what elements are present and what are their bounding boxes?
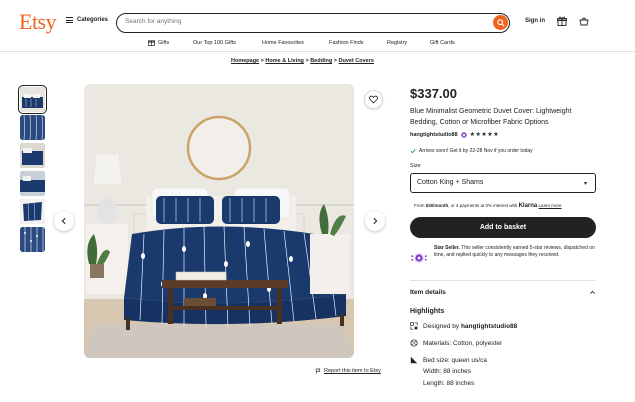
chevron-right-icon — [373, 217, 378, 225]
highlight-designed-by: Designed by hangtightstudio88 — [410, 322, 517, 330]
search-bar — [116, 13, 510, 33]
previous-image-button[interactable] — [54, 211, 74, 231]
arrival-text: Arrives soon! Get it by 22-28 Nov if you… — [419, 148, 533, 154]
ruler-icon — [410, 356, 418, 364]
klarna-middle: , or 4 payments at 0% interest with — [448, 203, 519, 208]
nav-item-label: Gifts — [158, 39, 170, 46]
designer-link[interactable]: hangtightstudio88 — [461, 323, 517, 330]
nav-item-gifts[interactable]: Gifts — [148, 39, 169, 46]
categories-button[interactable]: Categories — [66, 17, 108, 23]
breadcrumb-separator: > — [260, 58, 264, 64]
breadcrumb: Homepage > Home & Living > Bedding > Duv… — [231, 58, 374, 64]
chevron-left-icon — [61, 217, 66, 225]
section-divider — [410, 280, 596, 281]
search-button[interactable] — [493, 15, 508, 30]
highlight-bed-size: Bed size: queen us/ca — [410, 356, 487, 364]
breadcrumb-homepage[interactable]: Homepage — [231, 58, 259, 64]
breadcrumb-home-living[interactable]: Home & Living — [265, 58, 304, 64]
item-details-toggle[interactable]: Item details — [410, 289, 596, 296]
gift-icon[interactable] — [557, 16, 567, 26]
star-seller-title: Star Seller. — [434, 245, 460, 251]
thumbnail-2[interactable] — [20, 115, 45, 140]
report-item-label: Report this item to Etsy — [324, 368, 381, 374]
shop-name-link[interactable]: hangtightstudio88 — [410, 132, 458, 138]
thumbnail-5[interactable] — [20, 199, 45, 224]
next-image-button[interactable] — [365, 211, 385, 231]
nav-item-registry[interactable]: Registry — [387, 40, 407, 46]
fabric-pattern-thumbnail — [20, 115, 45, 140]
etsy-logo[interactable]: Etsy — [19, 9, 57, 35]
star-seller-badge-icon — [460, 131, 467, 138]
designer-icon — [410, 322, 418, 330]
nav-item-home-favourites[interactable]: Home Favourites — [262, 40, 304, 46]
product-title: Blue Minimalist Geometric Duvet Cover: L… — [410, 108, 572, 126]
nav-item-fashion-finds[interactable]: Fashion Finds — [329, 40, 364, 46]
categories-label: Categories — [77, 17, 109, 23]
dropdown-arrow-icon: ▾ — [583, 181, 587, 187]
search-icon — [496, 18, 505, 27]
length-text: Length: 88 inches — [423, 380, 475, 387]
star-seller-description: Star Seller. This seller consistently ea… — [434, 245, 596, 267]
item-details-label: Item details — [410, 289, 446, 296]
highlight-materials: Materials: Cotton, polyester — [410, 339, 502, 347]
search-input[interactable] — [125, 18, 485, 25]
nav-item-top-100[interactable]: Our Top 100 Gifts — [193, 40, 236, 46]
flag-icon — [315, 368, 321, 374]
checkmark-icon — [410, 149, 416, 154]
site-header: Etsy Categories Sign in — [0, 0, 635, 48]
size-label: Size — [410, 163, 421, 169]
thumbnail-1[interactable] — [18, 85, 47, 114]
sign-in-link[interactable]: Sign in — [525, 18, 545, 24]
thumbnail-3[interactable] — [20, 143, 45, 168]
favorite-button[interactable] — [364, 90, 383, 109]
designed-by-prefix: Designed by — [423, 322, 461, 330]
breadcrumb-bedding[interactable]: Bedding — [310, 58, 332, 64]
klarna-prefix: From — [414, 203, 426, 208]
nav-item-gift-cards[interactable]: Gift Cards — [430, 40, 455, 46]
breadcrumb-separator: > — [333, 58, 337, 64]
menu-icon — [66, 17, 73, 23]
bed-corner-thumbnail — [20, 143, 45, 168]
thumbnail-4[interactable] — [20, 171, 45, 196]
nav-divider — [0, 51, 635, 52]
product-main-image — [84, 84, 354, 358]
gift-icon — [148, 40, 155, 46]
star-seller-info: Star Seller. This seller consistently ea… — [410, 245, 596, 267]
bedroom-thumbnail-image — [20, 87, 45, 112]
bed-size-text: Bed size: queen us/ca — [423, 356, 487, 364]
chevron-up-icon — [590, 290, 595, 294]
width-text: Width: 88 inches — [423, 368, 472, 375]
star-seller-icon — [411, 252, 427, 264]
klarna-amount: $30/month — [425, 203, 449, 208]
rating-stars[interactable]: ★★★★★ — [470, 131, 499, 138]
size-select[interactable]: Cotton King + Shams ▾ — [410, 173, 596, 193]
materials-text: Materials: Cotton, polyester — [423, 339, 503, 347]
klarna-financing-info: From $30/month, or 4 payments at 0% inte… — [414, 203, 562, 209]
bedroom-scene-image — [84, 84, 354, 358]
heart-icon — [369, 95, 378, 104]
shop-info: hangtightstudio88 ★★★★★ — [410, 131, 499, 139]
fabric-closeup-thumbnail — [20, 227, 45, 252]
thumbnail-6[interactable] — [20, 227, 45, 252]
bed-side-thumbnail — [20, 171, 45, 196]
breadcrumb-separator: > — [305, 58, 309, 64]
klarna-logo: Klarna — [518, 203, 538, 209]
report-item-link[interactable]: Report this item to Etsy — [315, 368, 381, 374]
folded-duvet-thumbnail — [20, 199, 45, 224]
breadcrumb-duvet-covers[interactable]: Duvet Covers — [338, 58, 373, 64]
materials-icon — [410, 339, 418, 347]
product-price: $337.00 — [410, 86, 457, 101]
klarna-learn-more-link[interactable]: Learn more — [539, 203, 562, 208]
size-selected-value: Cotton King + Shams — [417, 179, 484, 186]
highlights-heading: Highlights — [410, 308, 445, 315]
add-to-basket-button[interactable]: Add to basket — [410, 217, 596, 238]
basket-icon[interactable] — [579, 16, 589, 26]
arrival-info: Arrives soon! Get it by 22-28 Nov if you… — [410, 148, 533, 154]
